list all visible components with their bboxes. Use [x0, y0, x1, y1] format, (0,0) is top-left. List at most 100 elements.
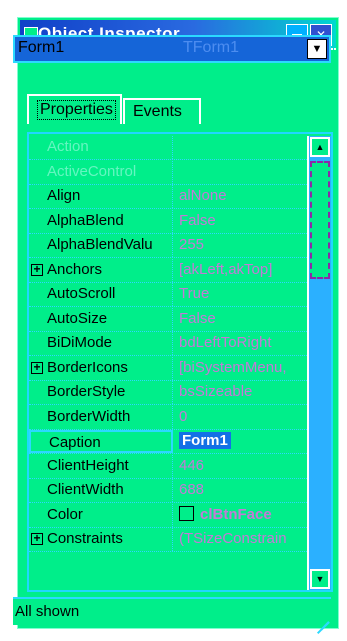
property-value[interactable] [175, 136, 309, 159]
property-value-editor[interactable]: Form1 [175, 430, 309, 453]
property-value[interactable]: 0 [175, 406, 309, 429]
property-value-text: 688 [179, 481, 205, 498]
property-row[interactable]: + BorderIcons [biSystemMenu, [29, 356, 309, 381]
property-row[interactable]: BorderWidth 0 [29, 405, 309, 430]
property-name-text: Constraints [47, 530, 123, 547]
property-name-text: ClientWidth [47, 481, 124, 498]
property-name: Caption [29, 430, 173, 453]
scroll-down-button[interactable]: ▼ [310, 569, 330, 589]
property-name-text: AlphaBlend [47, 211, 124, 229]
property-value-text: bdLeftToRight [179, 334, 272, 351]
property-row[interactable]: ActiveControl [29, 160, 309, 185]
property-value[interactable]: True [175, 283, 309, 306]
color-swatch [179, 505, 194, 521]
property-value[interactable]: False [175, 210, 309, 233]
resize-grip-icon[interactable] [313, 607, 330, 635]
property-row[interactable]: AutoScroll True [29, 283, 309, 307]
property-name: BiDiMode [29, 332, 173, 355]
property-row[interactable]: + Anchors [akLeft,akTop] [29, 258, 309, 283]
property-row[interactable]: Align alNone [29, 185, 309, 209]
property-row[interactable]: ClientWidth 688 [29, 479, 309, 503]
property-name-text: AutoScroll [47, 285, 116, 302]
property-value[interactable]: 446 [175, 455, 309, 478]
arrow-down-icon: ▼ [315, 574, 325, 584]
scroll-thumb[interactable] [310, 161, 330, 279]
arrow-up-icon: ▲ [315, 142, 325, 152]
property-value[interactable]: 688 [175, 479, 309, 502]
tab-properties[interactable]: Properties [27, 94, 122, 124]
property-value-text: 446 [179, 456, 205, 474]
property-row[interactable]: BorderStyle bsSizeable [29, 381, 309, 405]
inspector-tabs: Properties Events [13, 68, 331, 124]
property-row[interactable]: BiDiMode bdLeftToRight [29, 332, 309, 356]
scroll-up-button[interactable]: ▲ [310, 137, 330, 157]
property-name-text: BorderIcons [47, 358, 128, 376]
property-value[interactable]: bsSizeable [175, 381, 309, 404]
property-name: AutoScroll [29, 283, 173, 306]
property-name: AutoSize [29, 307, 173, 331]
property-row[interactable]: AlphaBlendValu 255 [29, 234, 309, 258]
property-name: ActiveControl [29, 160, 173, 184]
property-name-text: Action [47, 138, 89, 155]
property-name: + BorderIcons [29, 356, 173, 380]
property-name-text: AlphaBlendValu [47, 236, 153, 253]
property-row[interactable]: Caption Form1 [29, 430, 309, 454]
status-bar: All shown [13, 597, 331, 635]
property-row[interactable]: ClientHeight 446 [29, 454, 309, 479]
property-value[interactable]: (TSizeConstrain [175, 528, 309, 551]
property-name-text: Anchors [47, 260, 103, 278]
property-name: ClientHeight [29, 454, 173, 478]
property-name-text: Caption [49, 434, 101, 451]
property-value[interactable]: False [175, 308, 309, 331]
chevron-down-icon: ▼ [311, 43, 323, 55]
property-value-text: [biSystemMenu, [179, 358, 287, 376]
property-value[interactable]: alNone [175, 185, 309, 208]
property-name: Align [29, 185, 173, 208]
property-value-text: 0 [179, 407, 188, 425]
property-row[interactable]: Action [29, 136, 309, 160]
property-row[interactable]: Color clBtnFace [29, 503, 309, 528]
property-value[interactable]: [akLeft,akTop] [175, 259, 309, 282]
property-value[interactable]: [biSystemMenu, [175, 357, 309, 380]
property-name: AlphaBlend [29, 209, 173, 233]
property-name: Color [29, 503, 173, 527]
vertical-scrollbar[interactable]: ▲ ▼ [307, 136, 331, 590]
property-value-text: False [179, 211, 216, 229]
property-row[interactable]: AlphaBlend False [29, 209, 309, 234]
property-name: BorderStyle [29, 381, 173, 404]
component-type: TForm1 [183, 39, 239, 56]
property-value-text: bsSizeable [179, 383, 253, 400]
property-value-text: (TSizeConstrain [179, 530, 287, 547]
expand-icon[interactable]: + [31, 532, 43, 545]
property-name: + Constraints [29, 528, 173, 551]
property-value-text: clBtnFace [200, 505, 272, 523]
property-value[interactable]: bdLeftToRight [175, 332, 309, 355]
property-name-text: Color [47, 505, 83, 523]
dropdown-button[interactable]: ▼ [307, 39, 327, 59]
property-value-text: 255 [179, 236, 205, 253]
property-name: AlphaBlendValu [29, 234, 173, 257]
property-name-text: BorderWidth [47, 407, 131, 425]
expand-icon[interactable]: + [31, 361, 43, 374]
property-value-text: Form1 [179, 432, 231, 449]
tab-events[interactable]: Events [123, 98, 201, 124]
property-name: Action [29, 136, 173, 159]
property-value[interactable]: clBtnFace [175, 504, 309, 527]
property-row[interactable]: + Constraints (TSizeConstrain [29, 528, 309, 552]
property-name-text: BorderStyle [47, 383, 126, 400]
status-text: All shown [15, 603, 80, 620]
property-row[interactable]: AutoSize False [29, 307, 309, 332]
property-name-text: BiDiMode [47, 334, 113, 351]
property-name-text: ActiveControl [47, 162, 137, 180]
property-grid: + Constraints (TSizeConstrain Color clBtnFac… [27, 132, 333, 592]
property-name-text: AutoSize [47, 309, 108, 327]
expand-icon[interactable]: + [31, 263, 43, 276]
component-name: Form1 [18, 39, 65, 56]
property-name: + Anchors [29, 258, 173, 282]
property-value[interactable] [175, 161, 309, 184]
component-selector[interactable]: Form1 TForm1 ▼ [13, 35, 331, 63]
property-value-text: alNone [179, 187, 227, 204]
property-name: BorderWidth [29, 405, 173, 429]
property-name-text: Align [47, 187, 81, 204]
property-value[interactable]: 255 [175, 234, 309, 257]
